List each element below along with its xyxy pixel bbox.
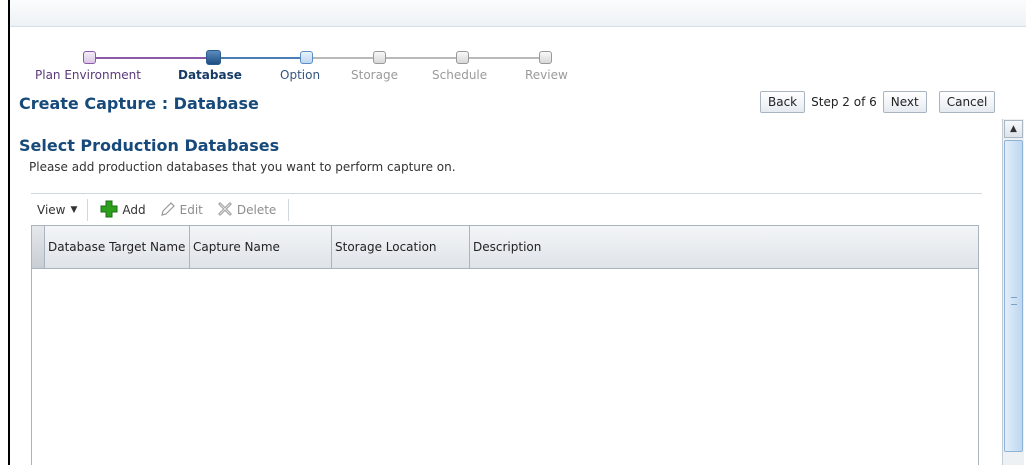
chevron-up-icon: ▲ bbox=[1010, 124, 1017, 134]
window-edge bbox=[8, 0, 10, 465]
page-title: Create Capture : Database bbox=[19, 94, 259, 113]
table-toolbar: View ▼ Add Edit Delete bbox=[37, 198, 301, 222]
next-button[interactable]: Next bbox=[882, 91, 927, 113]
wizard-train: Plan Environment Database Option Storage… bbox=[30, 48, 590, 88]
train-node-review bbox=[539, 51, 552, 64]
delete-x-icon bbox=[217, 201, 233, 220]
view-menu[interactable]: View ▼ bbox=[37, 203, 77, 217]
add-label: Add bbox=[122, 203, 146, 217]
add-icon bbox=[100, 200, 118, 221]
train-node-schedule bbox=[456, 51, 469, 64]
column-header-database-target-name[interactable]: Database Target Name bbox=[45, 226, 190, 268]
section-title: Select Production Databases bbox=[19, 136, 280, 155]
delete-button[interactable]: Delete bbox=[217, 201, 276, 220]
production-databases-table: Database Target Name Capture Name Storag… bbox=[31, 225, 979, 465]
chevron-down-icon: ▼ bbox=[70, 205, 78, 215]
train-connector-1 bbox=[96, 57, 207, 59]
add-button[interactable]: Add bbox=[100, 200, 146, 221]
column-header-capture-name[interactable]: Capture Name bbox=[190, 226, 332, 268]
delete-label: Delete bbox=[236, 203, 277, 217]
view-menu-label: View bbox=[37, 203, 66, 217]
toolbar-separator bbox=[31, 193, 982, 194]
section-instructions: Please add production databases that you… bbox=[29, 160, 456, 174]
train-label-option[interactable]: Option bbox=[280, 68, 320, 82]
scrollbar-grip bbox=[1011, 297, 1017, 305]
train-label-review: Review bbox=[525, 68, 568, 82]
scroll-up-button[interactable]: ▲ bbox=[1004, 120, 1023, 138]
column-header-description[interactable]: Description bbox=[470, 226, 978, 268]
table-header: Database Target Name Capture Name Storag… bbox=[32, 226, 978, 269]
page-top-band bbox=[8, 0, 1026, 27]
wizard-navigation: Back Step 2 of 6 Next Cancel bbox=[760, 91, 996, 113]
train-node-plan-environment[interactable] bbox=[83, 51, 96, 64]
train-connector-4 bbox=[386, 57, 456, 59]
table-body bbox=[32, 269, 978, 467]
row-selector-header bbox=[32, 226, 45, 268]
train-connector-3 bbox=[313, 57, 373, 59]
scrollbar-thumb[interactable] bbox=[1004, 140, 1023, 452]
train-node-option[interactable] bbox=[300, 51, 313, 64]
pencil-icon bbox=[160, 201, 176, 220]
vertical-scrollbar[interactable]: ▲ bbox=[1002, 119, 1024, 465]
edit-button[interactable]: Edit bbox=[160, 201, 203, 220]
toolbar-divider bbox=[87, 199, 89, 221]
column-header-storage-location[interactable]: Storage Location bbox=[332, 226, 470, 268]
back-button[interactable]: Back bbox=[760, 91, 806, 113]
train-connector-5 bbox=[469, 57, 539, 59]
train-label-schedule: Schedule bbox=[432, 68, 488, 82]
train-label-plan-environment[interactable]: Plan Environment bbox=[35, 68, 141, 82]
edit-label: Edit bbox=[179, 203, 203, 217]
train-label-database: Database bbox=[178, 68, 242, 82]
cancel-button[interactable]: Cancel bbox=[938, 91, 996, 113]
step-indicator: Step 2 of 6 bbox=[811, 95, 877, 109]
train-connector-2 bbox=[220, 57, 300, 59]
toolbar-divider-end bbox=[288, 199, 290, 221]
train-node-storage bbox=[373, 51, 386, 64]
train-node-database bbox=[206, 50, 221, 65]
train-label-storage: Storage bbox=[351, 68, 398, 82]
